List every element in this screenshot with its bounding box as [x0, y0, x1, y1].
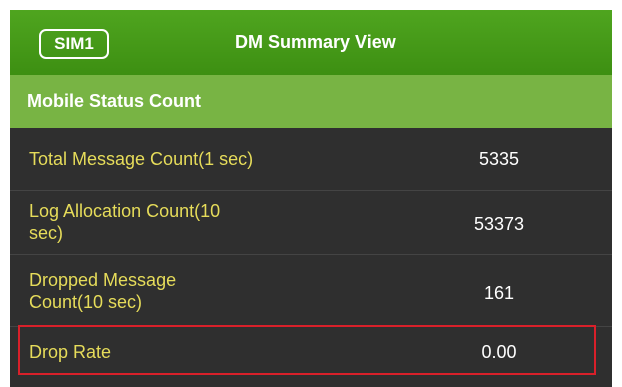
- row-label: Log Allocation Count(10 sec): [29, 201, 221, 243]
- app-header: SIM1 DM Summary View: [10, 10, 612, 75]
- row-value: 5335: [478, 149, 520, 169]
- table-row-dropped-message-count: Dropped Message Count(10 sec) 161: [10, 255, 612, 327]
- dm-summary-screen: SIM1 DM Summary View Mobile Status Count…: [10, 10, 612, 387]
- row-value: 161: [483, 283, 515, 303]
- section-header: Mobile Status Count: [10, 75, 612, 128]
- sim-selector-button[interactable]: SIM1: [39, 29, 109, 59]
- row-value: 0.00: [481, 342, 517, 362]
- row-value: 53373: [473, 214, 525, 234]
- table-row-total-message-count: Total Message Count(1 sec) 5335: [10, 128, 612, 191]
- table-row-drop-rate: Drop Rate 0.00: [10, 327, 612, 377]
- section-title: Mobile Status Count: [27, 91, 201, 111]
- row-label: Dropped Message Count(10 sec): [29, 270, 177, 312]
- page-title: DM Summary View: [235, 32, 396, 52]
- row-label: Drop Rate: [29, 342, 112, 362]
- row-label: Total Message Count(1 sec): [29, 149, 254, 169]
- table-row-log-allocation-count: Log Allocation Count(10 sec) 53373: [10, 191, 612, 255]
